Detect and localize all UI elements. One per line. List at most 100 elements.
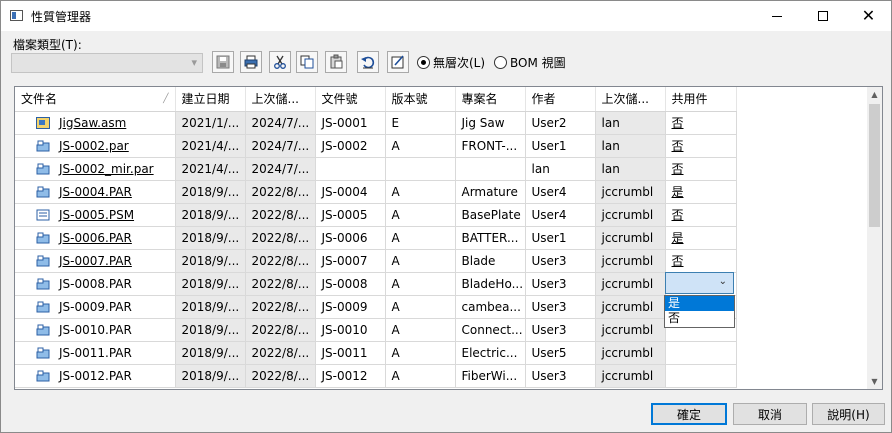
- cell-author[interactable]: User4: [525, 180, 596, 204]
- file-name-cell[interactable]: JS-0010.PAR: [15, 318, 176, 342]
- cell-project[interactable]: BladeHo...: [455, 272, 526, 296]
- table-row[interactable]: JS-0008.PAR 2018/9/... 2022/8/... JS-0008 A B…: [15, 272, 737, 296]
- cell-shared[interactable]: 否: [665, 249, 737, 273]
- column-header-6[interactable]: 作者: [525, 87, 596, 112]
- cell-rev[interactable]: A: [385, 295, 456, 319]
- cell-author[interactable]: User3: [525, 295, 596, 319]
- cell-value[interactable]: 是: [672, 185, 684, 199]
- file-name-cell[interactable]: JS-0004.PAR: [15, 180, 176, 204]
- file-name-cell[interactable]: JS-0006.PAR: [15, 226, 176, 250]
- cell-value[interactable]: 否: [672, 208, 684, 222]
- ok-button[interactable]: 確定: [651, 403, 727, 425]
- cell-author[interactable]: User3: [525, 249, 596, 273]
- file-name-cell[interactable]: JS-0012.PAR: [15, 364, 176, 388]
- file-name[interactable]: JS-0006.PAR: [37, 231, 132, 245]
- cell-author[interactable]: User3: [525, 318, 596, 342]
- cell-docno[interactable]: JS-0007: [315, 249, 386, 273]
- table-row[interactable]: JS-0002_mir.par 2021/4/... 2024/7/... lan la…: [15, 157, 737, 181]
- cell-project[interactable]: FiberWi...: [455, 364, 526, 388]
- cell-rev[interactable]: A: [385, 180, 456, 204]
- cell-shared[interactable]: [665, 341, 737, 365]
- table-row[interactable]: JigSaw.asm 2021/1/... 2024/7/... JS-0001 E Ji…: [15, 111, 737, 135]
- cell-docno[interactable]: JS-0002: [315, 134, 386, 158]
- cell-docno[interactable]: JS-0006: [315, 226, 386, 250]
- cell-shared[interactable]: 否: [665, 203, 737, 227]
- help-button[interactable]: 說明(H): [812, 403, 885, 425]
- cell-docno[interactable]: JS-0010: [315, 318, 386, 342]
- cell-author[interactable]: User4: [525, 203, 596, 227]
- maximize-button[interactable]: [800, 1, 845, 31]
- column-header-3[interactable]: 文件號: [315, 87, 386, 112]
- file-name-cell[interactable]: JS-0002_mir.par: [15, 157, 176, 181]
- column-header-1[interactable]: 建立日期: [175, 87, 246, 112]
- cell-rev[interactable]: A: [385, 226, 456, 250]
- table-row[interactable]: JS-0009.PAR 2018/9/... 2022/8/... JS-0009 Ac…: [15, 295, 737, 319]
- table-row[interactable]: JS-0007.PAR 2018/9/... 2022/8/... JS-0007 A B…: [15, 249, 737, 273]
- scroll-down-icon[interactable]: ▼: [867, 374, 882, 389]
- dropdown-option[interactable]: 是: [665, 296, 734, 311]
- cell-rev[interactable]: E: [385, 111, 456, 135]
- cell-project[interactable]: Jig Saw: [455, 111, 526, 135]
- cell-value[interactable]: 否: [672, 116, 684, 130]
- file-name[interactable]: JigSaw.asm: [37, 116, 126, 130]
- cell-project[interactable]: BATTER...: [455, 226, 526, 250]
- file-name[interactable]: JS-0007.PAR: [37, 254, 132, 268]
- dropdown-option[interactable]: 否: [665, 311, 734, 326]
- cell-project[interactable]: Electric...: [455, 341, 526, 365]
- radio-flat-view[interactable]: 無層次(L): [417, 54, 485, 71]
- cell-rev[interactable]: A: [385, 272, 456, 296]
- vertical-scrollbar[interactable]: ▲ ▼: [867, 87, 882, 389]
- scrollbar-thumb[interactable]: [869, 104, 880, 227]
- scroll-up-icon[interactable]: ▲: [867, 87, 882, 102]
- paste-button[interactable]: [325, 51, 347, 73]
- cell-project[interactable]: FRONT-...: [455, 134, 526, 158]
- cell-rev[interactable]: A: [385, 134, 456, 158]
- table-row[interactable]: JS-0002.par 2021/4/... 2024/7/... JS-0002 A F…: [15, 134, 737, 158]
- cell-rev[interactable]: A: [385, 341, 456, 365]
- file-name[interactable]: JS-0002.par: [37, 139, 129, 153]
- cell-author[interactable]: User3: [525, 272, 596, 296]
- cancel-button[interactable]: 取消: [733, 403, 807, 425]
- cell-shared[interactable]: 否: [665, 157, 737, 181]
- cell-author[interactable]: User1: [525, 226, 596, 250]
- copy-button[interactable]: [296, 51, 318, 73]
- cell-docno[interactable]: JS-0001: [315, 111, 386, 135]
- table-row[interactable]: JS-0006.PAR 2018/9/... 2022/8/... JS-0006 A B…: [15, 226, 737, 250]
- undo-button[interactable]: [357, 51, 379, 73]
- column-header-2[interactable]: 上次儲...: [245, 87, 316, 112]
- cell-rev[interactable]: A: [385, 203, 456, 227]
- file-name-cell[interactable]: JS-0007.PAR: [15, 249, 176, 273]
- cell-rev[interactable]: A: [385, 318, 456, 342]
- cell-docno[interactable]: JS-0011: [315, 341, 386, 365]
- cell-project[interactable]: cambea...: [455, 295, 526, 319]
- cell-rev[interactable]: A: [385, 364, 456, 388]
- cell-docno[interactable]: JS-0004: [315, 180, 386, 204]
- cell-author[interactable]: lan: [525, 157, 596, 181]
- cell-docno[interactable]: JS-0009: [315, 295, 386, 319]
- file-type-select[interactable]: ▾: [11, 53, 203, 73]
- file-name-cell[interactable]: JS-0002.par: [15, 134, 176, 158]
- cell-docno[interactable]: [315, 157, 386, 181]
- cell-rev[interactable]: A: [385, 249, 456, 273]
- table-row[interactable]: JS-0004.PAR 2018/9/... 2022/8/... JS-0004 A A…: [15, 180, 737, 204]
- cell-rev[interactable]: [385, 157, 456, 181]
- column-header-0[interactable]: 文件名 ╱: [15, 87, 176, 112]
- cell-author[interactable]: User3: [525, 364, 596, 388]
- cell-docno[interactable]: JS-0005: [315, 203, 386, 227]
- cell-project[interactable]: Armature: [455, 180, 526, 204]
- cell-author[interactable]: User5: [525, 341, 596, 365]
- radio-bom-view[interactable]: BOM 視圖: [494, 54, 566, 71]
- file-name-cell[interactable]: JS-0011.PAR: [15, 341, 176, 365]
- file-name-cell[interactable]: JS-0009.PAR: [15, 295, 176, 319]
- property-grid[interactable]: 文件名 ╱ 建立日期 上次儲... 文件號 版本號 專案名 作者 上次儲... 共用件 JigSa…: [14, 86, 883, 390]
- file-name[interactable]: JS-0004.PAR: [37, 185, 132, 199]
- cut-button[interactable]: [269, 51, 291, 73]
- file-name[interactable]: JS-0002_mir.par: [37, 162, 154, 176]
- column-header-4[interactable]: 版本號: [385, 87, 456, 112]
- cell-value[interactable]: 否: [672, 254, 684, 268]
- cell-shared[interactable]: [665, 364, 737, 388]
- cell-author[interactable]: User1: [525, 134, 596, 158]
- cell-project[interactable]: BasePlate: [455, 203, 526, 227]
- column-header-5[interactable]: 專案名: [455, 87, 526, 112]
- table-row[interactable]: JS-0005.PSM 2018/9/... 2022/8/... JS-0005 A B…: [15, 203, 737, 227]
